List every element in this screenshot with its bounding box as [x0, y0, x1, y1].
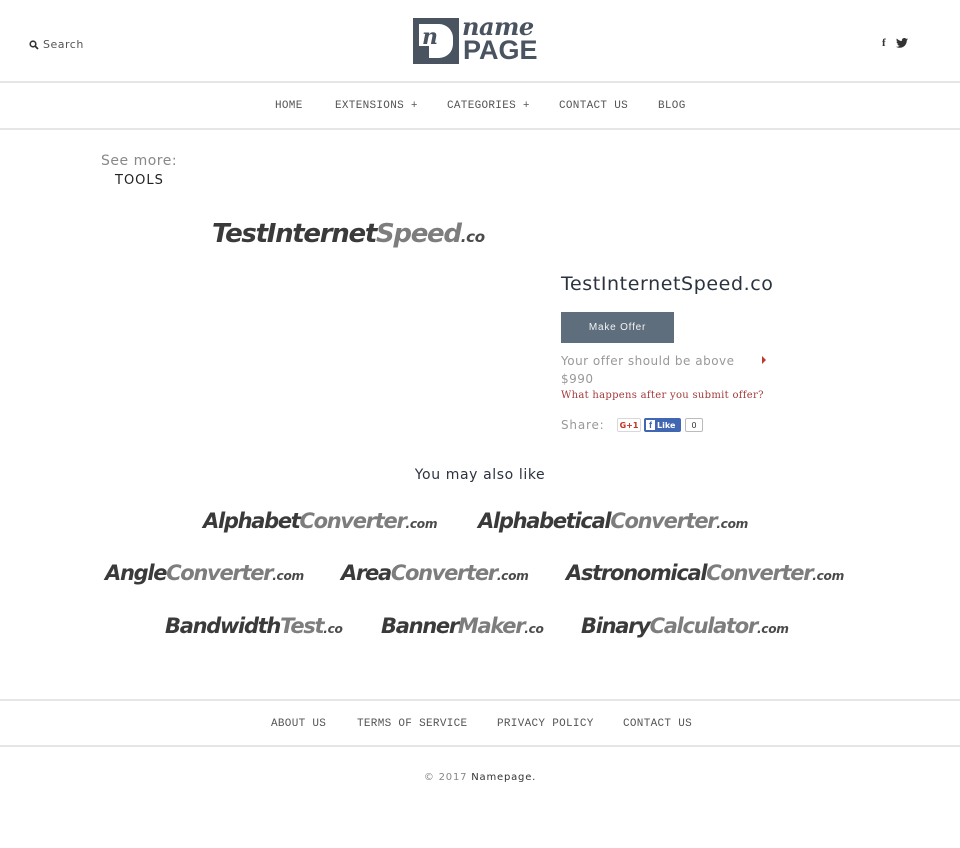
share-label: Share:	[561, 418, 605, 432]
suggestion-item[interactable]: AngleConverter.com	[105, 561, 304, 585]
footer-nav: ABOUT US TERMS OF SERVICE PRIVACY POLICY…	[0, 699, 960, 747]
logo-monogram: n	[413, 18, 459, 64]
copyright-year: © 2017	[423, 772, 468, 783]
make-offer-button[interactable]: Make Offer	[561, 312, 674, 343]
footer-terms-of-service[interactable]: TERMS OF SERVICE	[357, 718, 467, 730]
what-happens-link[interactable]: What happens after you submit offer?	[561, 390, 764, 401]
footer-privacy-policy[interactable]: PRIVACY POLICY	[497, 718, 594, 730]
facebook-icon[interactable]: f	[882, 37, 886, 49]
suggestion-item[interactable]: AlphabeticalConverter.com	[478, 509, 748, 533]
main-nav: HOME EXTENSIONS + CATEGORIES + CONTACT U…	[0, 83, 960, 130]
social-links: f	[882, 37, 908, 49]
search-icon	[29, 39, 39, 50]
product-logo: TestInternetSpeed.co	[212, 219, 485, 249]
logo-page-text: PAGE	[463, 35, 538, 65]
suggestion-item[interactable]: BinaryCalculator.com	[581, 614, 789, 638]
nav-home[interactable]: HOME	[275, 100, 303, 112]
company-link[interactable]: Namepage.	[471, 772, 536, 783]
site-header: Search n name PAGE f	[0, 0, 960, 83]
see-more-label: See more:	[101, 153, 178, 169]
footer-about-us[interactable]: ABOUT US	[271, 718, 326, 730]
suggestions-title: You may also like	[414, 467, 546, 483]
suggestion-item[interactable]: AlphabetConverter.com	[203, 509, 438, 533]
nav-categories[interactable]: CATEGORIES +	[447, 100, 530, 112]
twitter-icon[interactable]	[895, 38, 908, 48]
nav-extensions[interactable]: EXTENSIONS +	[335, 100, 418, 112]
suggestion-item[interactable]: AstronomicalConverter.com	[566, 561, 844, 585]
nav-blog[interactable]: BLOG	[658, 100, 686, 112]
domain-title: TestInternetSpeed.co	[561, 273, 774, 295]
nav-contact-us[interactable]: CONTACT US	[559, 100, 628, 112]
search-label: Search	[43, 38, 84, 51]
suggestion-item[interactable]: BandwidthTest.co	[165, 614, 343, 638]
offer-hint: Your offer should be above $990	[561, 354, 735, 386]
suggestion-item[interactable]: AreaConverter.com	[341, 561, 529, 585]
search-button[interactable]: Search	[29, 38, 84, 51]
facebook-like-count: 0	[685, 418, 703, 432]
category-link[interactable]: TOOLS	[115, 173, 164, 188]
google-plus-button[interactable]: G+1	[617, 418, 641, 432]
suggestion-item[interactable]: BannerMaker.co	[381, 614, 544, 638]
footer-contact-us[interactable]: CONTACT US	[623, 718, 692, 730]
site-logo[interactable]: n name PAGE	[413, 12, 549, 65]
facebook-icon: f	[646, 420, 655, 430]
copyright: © 2017 Namepage.	[0, 772, 960, 783]
facebook-like-label: Like	[657, 420, 676, 430]
facebook-like-button[interactable]: f Like	[644, 418, 681, 432]
caret-right-icon[interactable]	[762, 356, 766, 364]
